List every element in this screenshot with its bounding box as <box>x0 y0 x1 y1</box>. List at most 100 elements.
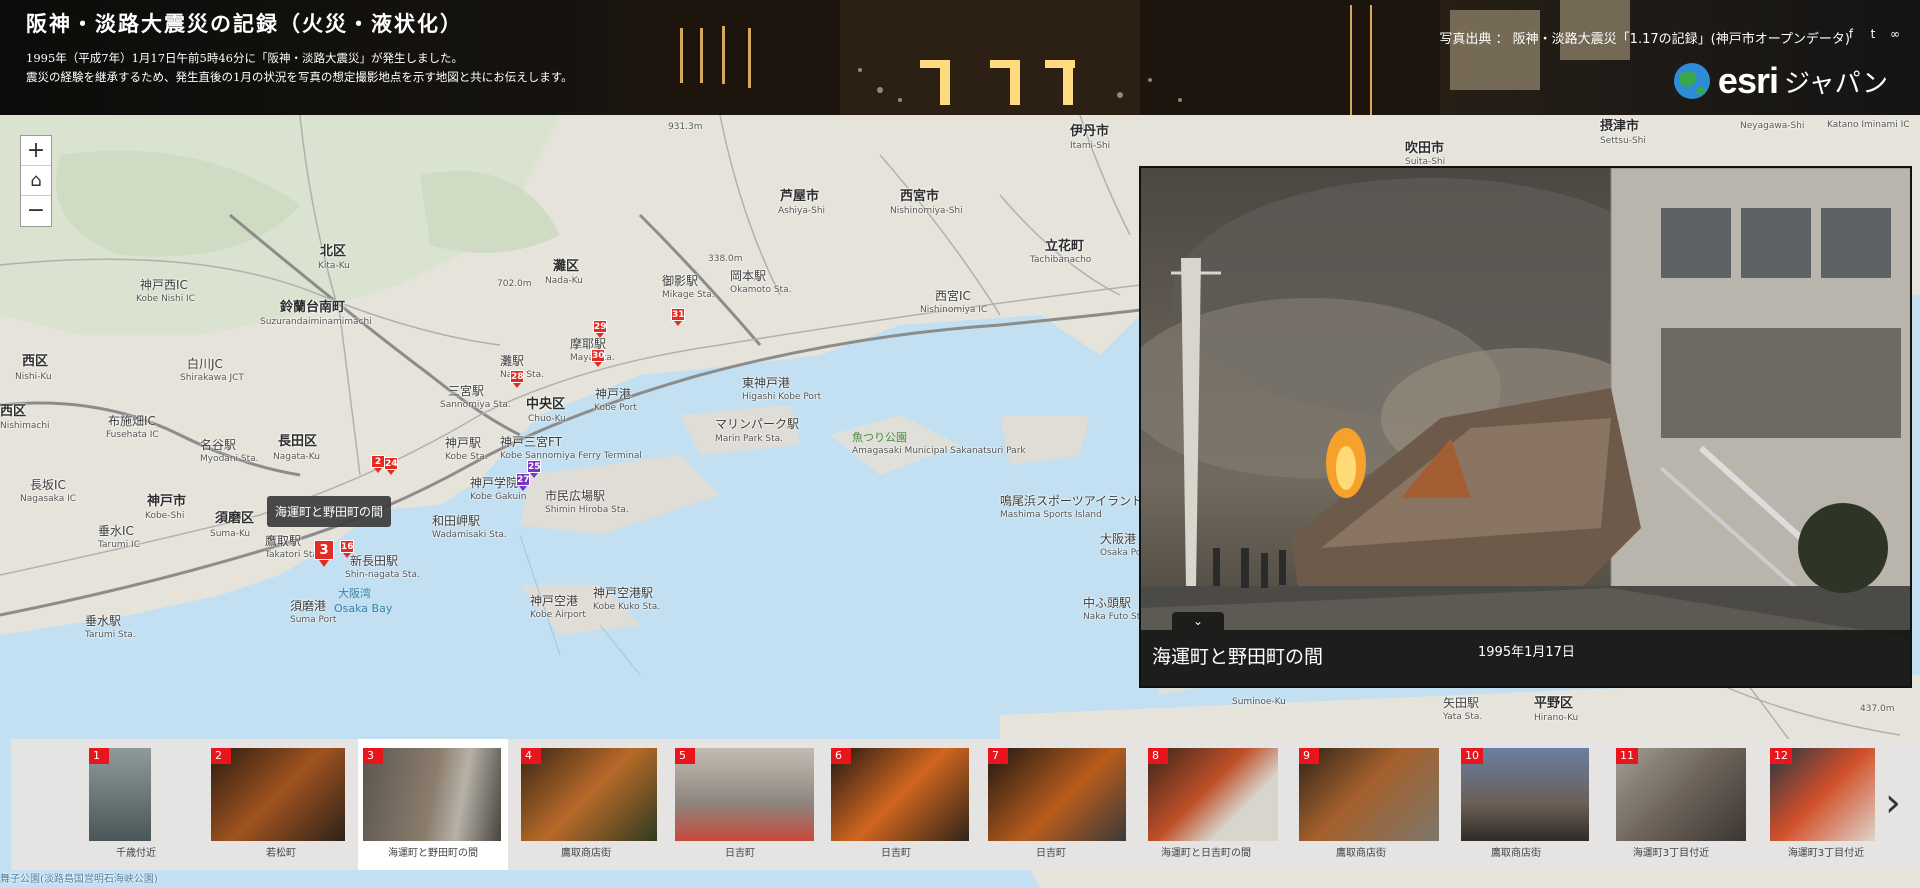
label-kobe-port-romaji: Kobe Port <box>594 403 637 413</box>
zoom-in-button[interactable]: + <box>21 136 51 166</box>
label-nagata-ku: 長田区 <box>278 434 318 449</box>
thumbnail-number: 4 <box>521 748 541 764</box>
label-kobe-gakuin-romaji: Kobe Gakuin <box>470 492 527 502</box>
label-itami-romaji: Itami-Shi <box>1070 141 1111 151</box>
label-tarumi-sta: 垂水駅 <box>85 614 122 628</box>
label-tarumi-sta-romaji: Tarumi Sta. <box>85 630 136 640</box>
map-marker-24[interactable]: 24 <box>384 457 398 475</box>
label-wadamisaki: 和田岬駅 <box>432 514 481 528</box>
carousel-item-6[interactable]: 6 日吉町 <box>821 739 971 870</box>
label-elev-4: 437.0m <box>1860 704 1895 714</box>
label-shin-nagata: 新長田駅 <box>350 554 399 568</box>
label-myodani: 名谷駅 <box>200 438 237 452</box>
label-itami: 伊丹市 <box>1070 124 1110 139</box>
map-marker-29[interactable]: 29 <box>593 320 607 338</box>
app-root: 阪神・淡路大震災の記録（火災・液状化） 1995年（平成7年）1月17日午前5時… <box>0 0 1920 888</box>
carousel-item-10[interactable]: 10 鷹取商店街 <box>1441 739 1591 870</box>
thumbnail-image <box>363 748 501 841</box>
label-takatori-romaji: Takatori Sta. <box>265 550 321 560</box>
label-suma-ku: 須磨区 <box>215 511 255 526</box>
label-kobe-sta: 神戸駅 <box>445 436 482 450</box>
home-button[interactable]: ⌂ <box>21 166 51 196</box>
label-nishinomiya-ic-romaji: Nishinomiya IC <box>920 305 988 315</box>
carousel-item-5[interactable]: 5 日吉町 <box>665 739 815 870</box>
label-higashikobe-romaji: Higashi Kobe Port <box>742 392 822 402</box>
label-ashiya-romaji: Ashiya-Shi <box>778 206 826 216</box>
subtitle-line-2: 震災の経験を継承するため、発生直後の1月の状況を写真の想定撮影地点を示す地図と共… <box>26 70 573 84</box>
map-marker-27[interactable]: 27 <box>516 473 530 491</box>
thumbnail-caption: 海運町3丁目付近 <box>1787 848 1865 859</box>
label-mashima: 鳴尾浜スポーツアイランド <box>1000 494 1144 508</box>
carousel-item-8[interactable]: 8 海運町と日吉町の間 <box>1131 739 1281 870</box>
twitter-icon[interactable]: t <box>1866 27 1880 41</box>
thumbnail-caption: 海運町と野田町の間 <box>388 848 478 859</box>
label-uotsuri-park: 魚つり公園 <box>852 431 907 444</box>
thumbnail-number: 3 <box>363 748 383 764</box>
carousel-item-11[interactable]: 11 海運町3丁目付近 <box>1596 739 1746 870</box>
label-settsu-romaji: Settsu-Shi <box>1600 136 1646 146</box>
map-marker-16[interactable]: 16 <box>340 540 354 558</box>
label-elev-3: 338.0m <box>708 254 743 264</box>
label-yata-romaji: Yata Sta. <box>1443 712 1483 722</box>
label-yata: 矢田駅 <box>1443 696 1480 710</box>
thumbnail-caption: 鷹取商店街 <box>561 848 611 859</box>
label-nishi-2: 西区 <box>0 404 27 419</box>
label-elev-2: 702.0m <box>497 279 532 289</box>
label-shiminhiroba: 市民広場駅 <box>545 489 606 503</box>
zoom-out-button[interactable]: − <box>21 196 51 226</box>
label-tachibana-romaji: Tachibanacho <box>1030 255 1092 265</box>
carousel-item-1[interactable]: 1 千歳付近 <box>61 739 211 870</box>
carousel-item-3-selected[interactable]: 3 海運町と野田町の間 <box>358 739 508 870</box>
label-suzurandai: 鈴蘭台南町 <box>280 300 346 315</box>
label-nada-ku: 灘区 <box>553 259 580 274</box>
thumbnail-caption: 鷹取商店街 <box>1336 848 1386 859</box>
label-suminoe: Suminoe-Ku <box>1232 697 1286 707</box>
map-marker-28[interactable]: 28 <box>510 370 524 388</box>
label-shirakawa-romaji: Shirakawa JCT <box>180 373 244 383</box>
carousel-item-4[interactable]: 4 鷹取商店街 <box>511 739 661 870</box>
photo-panel: ⌄ 海運町と野田町の間 1995年1月17日 <box>1139 166 1912 688</box>
label-suzurandai-romaji: Suzurandaiminamimachi <box>260 317 372 327</box>
link-icon[interactable]: ∞ <box>1888 27 1902 41</box>
map-marker-30[interactable]: 30 <box>591 349 605 367</box>
thumbnail-number: 8 <box>1148 748 1168 764</box>
logo-word: esri <box>1717 60 1779 101</box>
label-suita: 吹田市 <box>1405 141 1445 156</box>
label-myodani-romaji: Myodani Sta. <box>200 454 259 464</box>
header-banner: 阪神・淡路大震災の記録（火災・液状化） 1995年（平成7年）1月17日午前5時… <box>0 0 1920 115</box>
label-nagata-ku-romaji: Nagata-Ku <box>273 452 320 462</box>
zoom-controls: + ⌂ − <box>20 135 52 227</box>
label-chuo-ku-romaji: Chuo-Ku <box>528 414 566 424</box>
thumbnail-caption: 千歳付近 <box>116 848 156 859</box>
label-fusehata: 布施畑IC <box>108 414 156 428</box>
label-okamoto-romaji: Okamoto Sta. <box>730 285 792 295</box>
photo-date: 1995年1月17日 <box>1478 645 1575 660</box>
map-marker-31[interactable]: 31 <box>671 308 685 326</box>
esri-logo[interactable]: esri ジャパン <box>1672 60 1888 102</box>
collapse-caption-button[interactable]: ⌄ <box>1172 612 1224 630</box>
thumbnail-number: 5 <box>675 748 695 764</box>
thumbnail-image <box>675 748 814 841</box>
thumbnail-caption: 日吉町 <box>881 848 911 859</box>
label-suma-port: 須磨港 <box>290 599 327 613</box>
map-marker-2[interactable]: 2 <box>371 455 385 473</box>
carousel-item-7[interactable]: 7 日吉町 <box>976 739 1126 870</box>
photo-title: 海運町と野田町の間 <box>1152 646 1324 668</box>
map-marker-3-selected[interactable]: 3 <box>314 540 334 567</box>
carousel-next-button[interactable]: › <box>1876 773 1910 833</box>
label-wadamisaki-romaji: Wadamisaki Sta. <box>432 530 507 540</box>
label-katano: Katano Iminami IC <box>1827 120 1910 130</box>
carousel-item-9[interactable]: 9 鷹取商店街 <box>1286 739 1439 870</box>
page-subtitle: 1995年（平成7年）1月17日午前5時46分に「阪神・淡路大震災」が発生しまし… <box>26 49 573 87</box>
label-nada-sta: 灘駅 <box>500 354 525 368</box>
label-nishi-ku: 西区 <box>22 354 49 369</box>
photo-credit: 写真出典 ： 阪神・淡路大震災「1.17の記録」(神戸市オープンデータ) <box>1439 32 1850 47</box>
carousel-item-2[interactable]: 2 若松町 <box>206 739 356 870</box>
page-title: 阪神・淡路大震災の記録（火災・液状化） <box>26 11 463 36</box>
label-tarumi-ic-romaji: Tarumi IC <box>98 540 140 550</box>
thumbnail-number: 9 <box>1299 748 1319 764</box>
thumbnail-number: 12 <box>1770 748 1792 764</box>
subtitle-line-1: 1995年（平成7年）1月17日午前5時46分に「阪神・淡路大震災」が発生しまし… <box>26 51 463 65</box>
facebook-icon[interactable]: f <box>1844 27 1858 41</box>
photo-caption-bar: ⌄ 海運町と野田町の間 1995年1月17日 <box>1141 612 1910 686</box>
